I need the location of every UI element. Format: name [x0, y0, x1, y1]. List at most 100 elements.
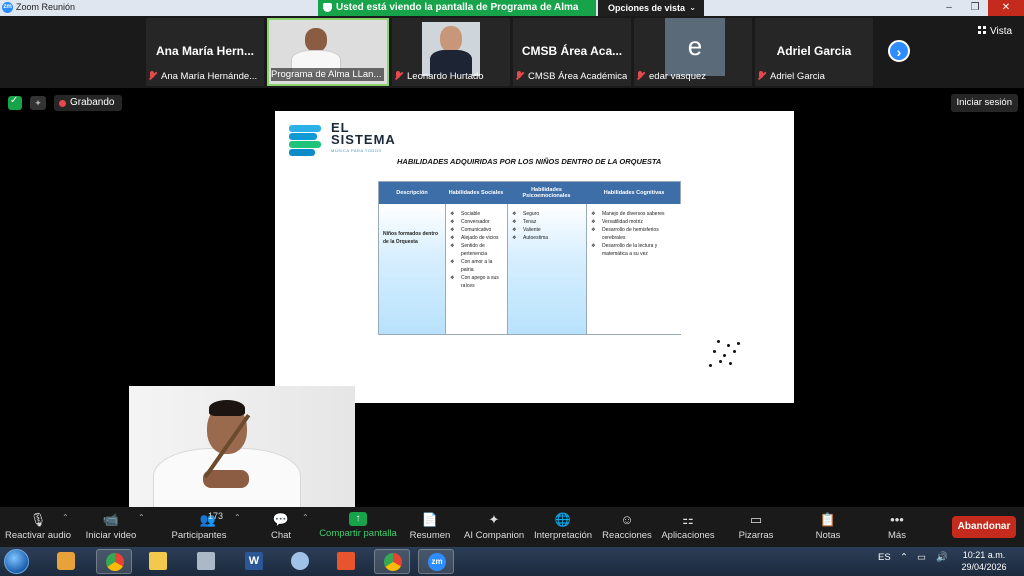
- participant-tile[interactable]: e edar vasquez: [634, 18, 752, 86]
- table-body: Niños formados dentro de la Orquesta Soc…: [379, 204, 682, 334]
- apps-button[interactable]: ⚏ Aplicaciones: [660, 507, 716, 547]
- list-item: Manejo de diversos saberes: [591, 210, 678, 218]
- shared-screen: EL SISTEMA MÚSICA PARA TODOS HABILIDADES…: [275, 111, 794, 403]
- list-item: Conversador: [450, 218, 503, 226]
- slide-title: HABILIDADES ADQUIRIDAS POR LOS NIÑOS DEN…: [397, 157, 662, 166]
- participant-tile-active[interactable]: Programa de Alma LLan...: [267, 18, 389, 86]
- participant-tile[interactable]: CMSB Área Aca... CMSB Área Académica: [513, 18, 631, 86]
- share-screen-button[interactable]: ↑ Compartir pantalla: [318, 507, 398, 547]
- taskbar-zoom[interactable]: zm: [418, 549, 454, 574]
- word-icon: W: [245, 552, 263, 570]
- view-button[interactable]: Vista: [978, 26, 1012, 37]
- notes-icon: 📋: [819, 512, 837, 527]
- participant-strip: Ana María Hern... Ana María Hernánde... …: [0, 16, 1024, 88]
- recording-badge[interactable]: Grabando: [54, 95, 123, 111]
- summary-button[interactable]: 📄 Resumen: [408, 507, 452, 547]
- notes-button[interactable]: 📋 Notas: [808, 507, 848, 547]
- taskbar-calculator[interactable]: [188, 549, 224, 574]
- minimize-button[interactable]: –: [936, 0, 962, 16]
- chevron-up-icon[interactable]: ⌃: [234, 513, 241, 522]
- chevron-up-icon[interactable]: ⌃: [302, 513, 309, 522]
- windows-start-button[interactable]: [4, 549, 29, 574]
- taskbar-chrome-2[interactable]: [374, 549, 410, 574]
- logo-name: EL SISTEMA: [331, 120, 396, 147]
- screen-share-banner: Usted está viendo la pantalla de Program…: [318, 0, 596, 29]
- zoom-icon: zm: [428, 553, 446, 571]
- window-controls: – ❐ ✕: [936, 0, 1024, 16]
- language-indicator[interactable]: ES: [878, 552, 891, 563]
- list-item: Con amor a la patria: [450, 258, 503, 274]
- el-sistema-logo-icon: [289, 125, 323, 156]
- participant-tile[interactable]: Adriel Garcia Adriel Garcia: [755, 18, 873, 86]
- view-options-button[interactable]: Opciones de vista ⌄: [598, 0, 704, 16]
- mic-muted-icon: [636, 71, 645, 80]
- description-cell: Niños formados dentro de la Orquesta: [379, 204, 445, 334]
- view-options-label: Opciones de vista: [608, 3, 686, 13]
- close-window-button[interactable]: ✕: [988, 0, 1024, 16]
- participant-tile[interactable]: Leonardo Hurtado: [392, 18, 510, 86]
- taskbar-clock[interactable]: 10:21 a.m. 29/04/2026: [958, 549, 1010, 573]
- participant-big-name: CMSB Área Aca...: [521, 44, 623, 58]
- leave-meeting-button[interactable]: Abandonar: [952, 516, 1016, 538]
- list-item: Comunicativo: [450, 226, 503, 234]
- chevron-up-icon[interactable]: ⌃: [62, 513, 69, 522]
- more-icon: •••: [890, 512, 904, 527]
- cognitive-skills-cell: Manejo de diversos saberes Versatilidad …: [586, 204, 682, 334]
- start-video-button[interactable]: 📹 Iniciar video ⌃: [80, 507, 145, 547]
- list-item: Versatilidad motriz: [591, 218, 678, 226]
- chat-button[interactable]: 💬 Chat ⌃: [262, 507, 309, 547]
- list-item: Desarrollo de hemisferios cerebrales: [591, 226, 678, 242]
- chevron-up-icon[interactable]: ⌃: [138, 513, 145, 522]
- reactions-button[interactable]: ☺ Reacciones: [602, 507, 652, 547]
- whiteboards-button[interactable]: ▭ Pizarras: [734, 507, 778, 547]
- mic-muted-icon: [394, 71, 403, 80]
- emoji-icon: ☺: [620, 512, 634, 527]
- ai-companion-status-icon[interactable]: ✦: [30, 96, 46, 110]
- taskbar-word[interactable]: W: [236, 549, 272, 574]
- chrome-icon: [384, 553, 402, 571]
- media-player-icon: [57, 552, 75, 570]
- pdf-icon: [337, 552, 355, 570]
- participant-tile[interactable]: Ana María Hern... Ana María Hernánde...: [146, 18, 264, 86]
- participant-face: [440, 26, 462, 52]
- taskbar-pdf[interactable]: [328, 549, 364, 574]
- mic-muted-icon: [515, 71, 524, 80]
- interpretation-button[interactable]: 🌐 Interpretación: [532, 507, 594, 547]
- share-screen-icon: ↑: [349, 512, 367, 526]
- chat-icon: 💬: [272, 512, 290, 527]
- calculator-icon: [197, 552, 215, 570]
- taskbar-chrome[interactable]: [96, 549, 132, 574]
- tray-chevron-up-icon[interactable]: ⌃: [900, 552, 908, 563]
- sign-in-button[interactable]: Iniciar sesión: [950, 94, 1018, 112]
- unmute-audio-button[interactable]: 🎙 Reactivar audio ⌃: [4, 507, 72, 547]
- grid-icon: [978, 26, 986, 34]
- participant-label: Adriel Garcia: [757, 70, 825, 83]
- volume-icon[interactable]: 🔊: [936, 552, 948, 563]
- ai-companion-button[interactable]: ✦ AI Companion: [464, 507, 524, 547]
- security-shield-icon[interactable]: [8, 95, 22, 110]
- taskbar-paint[interactable]: [282, 549, 318, 574]
- logo-subtitle: MÚSICA PARA TODOS: [331, 148, 382, 153]
- next-page-button[interactable]: ›: [888, 40, 910, 62]
- window-title: Zoom Reunión: [16, 2, 76, 12]
- paint-icon: [291, 552, 309, 570]
- list-item: Seguro: [512, 210, 582, 218]
- folder-icon: [149, 552, 167, 570]
- list-item: Tenaz: [512, 218, 582, 226]
- header-description: Descripción: [396, 190, 428, 196]
- table-header: Descripción Habilidades Sociales Habilid…: [379, 182, 680, 204]
- taskbar-media-player[interactable]: [48, 549, 84, 574]
- network-icon[interactable]: ▭: [917, 552, 926, 563]
- maximize-button[interactable]: ❐: [962, 0, 988, 16]
- shield-icon: [323, 3, 332, 12]
- decorative-dots-icon: [707, 338, 743, 368]
- participant-label: Programa de Alma LLan...: [271, 68, 385, 81]
- self-view-video[interactable]: [129, 386, 355, 507]
- list-item: Valiente: [512, 226, 582, 234]
- apps-icon: ⚏: [682, 512, 694, 527]
- taskbar-explorer[interactable]: [140, 549, 176, 574]
- chrome-icon: [106, 553, 124, 571]
- more-button[interactable]: ••• Más: [880, 507, 914, 547]
- participant-big-name: Adriel Garcia: [776, 44, 852, 58]
- participants-button[interactable]: 👥 173 Participantes ⌃: [168, 507, 241, 547]
